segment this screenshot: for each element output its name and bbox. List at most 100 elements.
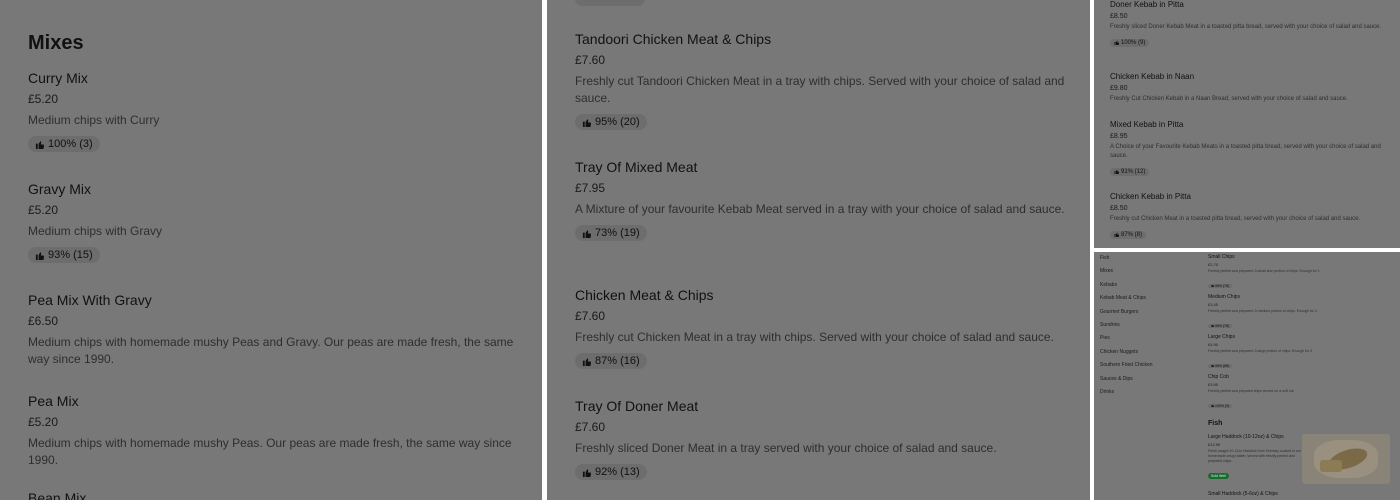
item-price: £5.20 [28, 92, 59, 106]
item-description: Freshly cut Chicken Meat in a toasted pi… [1110, 216, 1361, 222]
nav-link-pies[interactable]: Pies [1100, 332, 1190, 345]
thumbs-up-icon [1211, 404, 1214, 407]
item-title: Mixed Kebab in Pitta [1110, 120, 1184, 129]
item-description: A Mixture of your favourite Kebab Meat s… [575, 202, 1065, 216]
thumbs-up-icon [35, 251, 44, 260]
item-price: £12.99 [1208, 442, 1221, 447]
menu-panel-mixes: Mixes Curry Mix £5.20 Medium chips with … [0, 0, 542, 500]
thumbs-up-icon [1114, 169, 1119, 174]
thumbs-up-icon [1114, 40, 1119, 45]
rating-text: 87% (8) [1121, 231, 1143, 238]
menu-item[interactable]: Tray Of Mixed Meat £7.95 A Mixture of yo… [575, 159, 1065, 243]
item-price: £3.95 [1208, 382, 1219, 387]
menu-panel-overview: Fish Mixes Kebabs Kebab Meat & Chips Gou… [1094, 252, 1400, 500]
menu-item[interactable]: Tray Of Doner Meat £7.60 Freshly sliced … [575, 398, 1065, 482]
item-title: Pea Mix [28, 393, 79, 409]
nav-link-sauces-dips[interactable]: Sauces & Dips [1100, 373, 1190, 386]
rating-badge: 73% (19) [575, 225, 647, 241]
item-title: Gravy Mix [28, 181, 91, 197]
rating-badge [575, 0, 645, 6]
item-title: Medium Chips [1208, 294, 1240, 300]
item-description: Freshly cut Tandoori Chicken Meat in a t… [575, 74, 1065, 105]
nav-link-sundries[interactable]: Sundries [1100, 319, 1190, 332]
item-price: £7.60 [575, 53, 606, 67]
rating-text: 100% (9) [1121, 39, 1146, 46]
chips-shape [1320, 460, 1342, 472]
rating-badge: 98% (78) [1208, 323, 1233, 328]
rating-badge: 87% (16) [575, 353, 647, 369]
item-title: Chip Cob [1208, 374, 1229, 380]
item-description: Freshly sliced Doner Meat in a tray serv… [575, 441, 997, 455]
item-description: Freshly peeled and prepared chips served… [1208, 389, 1295, 393]
nav-link-southern-fried-chicken[interactable]: Southern Fried Chicken [1100, 359, 1190, 372]
nav-link-chicken-nuggets[interactable]: Chicken Nuggets [1100, 346, 1190, 359]
item-price: £3.45 [1208, 302, 1219, 307]
item-price: £7.95 [575, 181, 606, 195]
item-title: Tray Of Doner Meat [575, 398, 699, 414]
menu-item[interactable]: Tandoori Chicken Meat & Chips £7.60 Fres… [575, 31, 1065, 132]
item-description: Medium chips with homemade mushy Peas. O… [28, 436, 512, 467]
item-price: £9.80 [1110, 85, 1128, 92]
menu-item[interactable]: Large Chips £4.90 Freshly peeled and pre… [1208, 334, 1388, 372]
rating-text: 92% (13) [595, 466, 640, 478]
rating-badge: 87% (8) [1110, 230, 1147, 239]
nav-link-kebab-meat-chips[interactable]: Kebab Meat & Chips [1100, 292, 1190, 305]
menu-item[interactable]: Curry Mix £5.20 Medium chips with Curry … [28, 70, 518, 154]
thumbs-up-icon [582, 229, 591, 238]
nav-link-fish[interactable]: Fish [1100, 252, 1190, 265]
item-title: Pea Mix With Gravy [28, 292, 152, 308]
rating-badge: 100% (9) [1110, 38, 1150, 47]
rating-badge: 100% (3) [1208, 403, 1233, 408]
item-price: £5.20 [28, 203, 59, 217]
rating-text: 93% (15) [48, 249, 93, 261]
rating-badge: 100% (3) [28, 136, 100, 152]
item-title: Chicken Kebab in Naan [1110, 72, 1195, 81]
thumbs-up-icon [1211, 324, 1214, 327]
item-price: £6.50 [28, 314, 59, 328]
menu-item[interactable]: Mixed Kebab in Pitta £8.95 A Choice of y… [1110, 120, 1390, 179]
item-title: Large Chips [1208, 334, 1235, 340]
item-title: Tandoori Chicken Meat & Chips [575, 31, 772, 47]
rating-badge: 91% (12) [1110, 167, 1150, 176]
item-title: Large Haddock (10-12oz) & Chips [1208, 434, 1284, 440]
menu-item[interactable]: Chicken Kebab in Naan £9.80 Freshly Cut … [1110, 72, 1390, 104]
nav-link-gourmet-burgers[interactable]: Gourmet Burgers [1100, 306, 1190, 319]
menu-item[interactable]: Bean Mix [28, 490, 518, 500]
nav-link-mixes[interactable]: Mixes [1100, 265, 1190, 278]
item-price: £7.60 [575, 309, 606, 323]
item-title: Tray Of Mixed Meat [575, 159, 698, 175]
rating-text: 73% (19) [595, 227, 640, 239]
rating-text: 98% (78) [1215, 323, 1230, 328]
item-price: £5.20 [28, 415, 59, 429]
item-description: Freshly cut Chicken Meat in a tray with … [575, 330, 1054, 344]
item-description: Medium chips with Gravy [28, 224, 163, 238]
item-title: Doner Kebab in Pitta [1110, 0, 1184, 9]
menu-item[interactable]: Large Haddock (10-12oz) & Chips £12.99 F… [1208, 434, 1308, 482]
rating-text: 95% (20) [595, 116, 640, 128]
menu-item[interactable]: Chip Cob £3.95 Freshly peeled and prepar… [1208, 374, 1388, 412]
item-price: £4.90 [1208, 342, 1219, 347]
rating-text: 98% (76) [1215, 283, 1230, 288]
menu-item[interactable]: Medium Chips £3.45 Freshly peeled and pr… [1208, 294, 1388, 332]
menu-item[interactable]: Pea Mix £5.20 Medium chips with homemade… [28, 393, 518, 469]
item-price: £8.95 [1110, 133, 1128, 140]
menu-item[interactable]: Chicken Kebab in Pitta £8.50 Freshly cut… [1110, 192, 1390, 242]
menu-item[interactable]: Chicken Meat & Chips £7.60 Freshly cut C… [575, 287, 1065, 371]
item-title: Bean Mix [28, 490, 87, 500]
item-price: £7.60 [575, 420, 606, 434]
item-title: Small Chips [1208, 254, 1235, 260]
nav-link-drinks[interactable]: Drinks [1100, 386, 1190, 399]
menu-item[interactable]: Small Chips £2.70 Freshly peeled and pre… [1208, 254, 1388, 292]
menu-panel-kebabs: Doner Kebab in Pitta £8.50 Freshly slice… [1094, 0, 1400, 248]
thumbs-up-icon [582, 357, 591, 366]
menu-item[interactable]: Doner Kebab in Pitta £8.50 Freshly slice… [1110, 0, 1390, 50]
item-title: Chicken Kebab in Pitta [1110, 192, 1191, 201]
rating-badge: 92% (13) [575, 464, 647, 480]
menu-item[interactable]: Small Haddock (5-6oz) & Chips [1208, 491, 1308, 497]
nav-link-kebabs[interactable]: Kebabs [1100, 279, 1190, 292]
rating-text: 100% (3) [1215, 403, 1230, 408]
menu-item[interactable]: Gravy Mix £5.20 Medium chips with Gravy … [28, 181, 518, 265]
menu-item[interactable]: Pea Mix With Gravy £6.50 Medium chips wi… [28, 292, 518, 368]
item-image[interactable] [1302, 434, 1390, 484]
rating-text: 98% (88) [1215, 363, 1230, 368]
